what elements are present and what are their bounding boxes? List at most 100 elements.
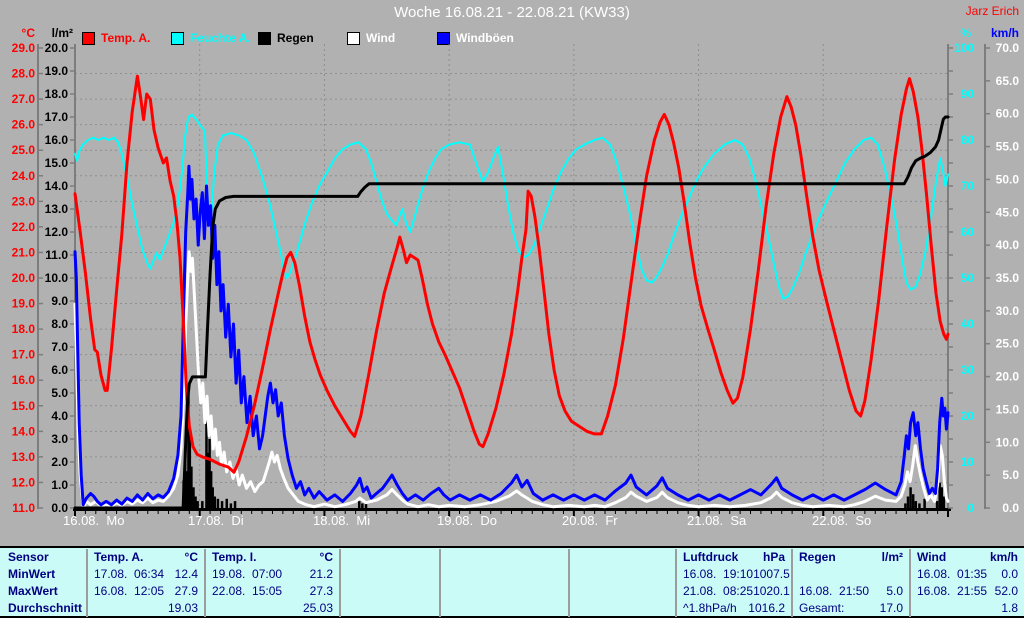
svg-text:16.0: 16.0: [12, 373, 36, 387]
svg-text:3.0: 3.0: [51, 432, 68, 446]
table-cell: [793, 566, 911, 583]
svg-text:40: 40: [961, 317, 975, 331]
table-cell: Luftdruck hPa: [677, 549, 793, 566]
table-cell: [570, 600, 677, 617]
weather-app-window: Woche 16.08.21 - 22.08.21 (KW33) Jarz Er…: [0, 0, 1024, 618]
table-cell: [441, 549, 570, 566]
svg-text:16.0: 16.0: [45, 133, 69, 147]
svg-text:6.0: 6.0: [51, 363, 68, 377]
svg-text:70.0: 70.0: [996, 41, 1020, 55]
table-cell: Regen l/m²: [793, 549, 911, 566]
svg-text:17.0: 17.0: [12, 348, 36, 362]
svg-text:10: 10: [961, 455, 975, 469]
svg-text:0: 0: [967, 501, 974, 515]
svg-text:35.0: 35.0: [996, 271, 1020, 285]
svg-text:18.0: 18.0: [45, 87, 69, 101]
svg-text:15.0: 15.0: [45, 156, 69, 170]
svg-text:19.0: 19.0: [45, 64, 69, 78]
table-cell: 16.08. 01:35 0.0: [917, 567, 1018, 581]
table-cell: [341, 600, 441, 617]
svg-text:25.0: 25.0: [996, 337, 1020, 351]
svg-text:20.0: 20.0: [45, 41, 69, 55]
svg-text:27.0: 27.0: [12, 92, 36, 106]
svg-text:21.0: 21.0: [12, 245, 36, 259]
svg-text:60: 60: [961, 225, 975, 239]
svg-text:8.0: 8.0: [51, 317, 68, 331]
table-row-max: MaxWert 16.08. 12:05 27.9 22.08. 15:05 27.…: [0, 583, 1024, 600]
table-cell: [341, 549, 441, 566]
svg-text:26.0: 26.0: [12, 118, 36, 132]
table-row-sensor: Sensor Temp. A. °C Temp. I. °C Luftdruck hP…: [0, 549, 1024, 566]
svg-text:13.0: 13.0: [12, 450, 36, 464]
svg-text:4.0: 4.0: [51, 409, 68, 423]
table-cell: Temp. I. °C: [206, 549, 341, 566]
table-cell: [441, 566, 570, 583]
svg-text:28.0: 28.0: [12, 67, 36, 81]
table-cell: 16.08. 21:55 52.0: [917, 584, 1018, 598]
table-cell: 16.08. 19:10 1007.5: [677, 566, 793, 583]
svg-text:70: 70: [961, 179, 975, 193]
svg-text:11.0: 11.0: [45, 248, 68, 262]
svg-text:7.0: 7.0: [51, 340, 68, 354]
stats-table: Sensor Temp. A. °C Temp. I. °C Luftdruck hP…: [0, 546, 1024, 618]
table-cell: 16.08. 12:05 27.9: [88, 583, 206, 600]
table-cell: [341, 566, 441, 583]
svg-text:10.0: 10.0: [996, 435, 1020, 449]
table-row-min: MinWert 17.08. 06:34 12.4 19.08. 07:00 21.…: [0, 566, 1024, 583]
table-cell: [570, 583, 677, 600]
svg-text:14.0: 14.0: [45, 179, 69, 193]
table-cell: [441, 600, 570, 617]
table-cell: [441, 583, 570, 600]
svg-text:13.0: 13.0: [45, 202, 69, 216]
table-cell: 1.8: [1001, 601, 1018, 615]
svg-text:0.0: 0.0: [1002, 501, 1019, 515]
svg-text:65.0: 65.0: [996, 74, 1020, 88]
svg-text:9.0: 9.0: [51, 294, 68, 308]
svg-text:25.0: 25.0: [12, 143, 36, 157]
x-axis-day-label: 16.08. Mo: [63, 513, 125, 528]
table-cell: 21.08. 08:25 1020.1: [677, 583, 793, 600]
table-cell: 17.08. 06:34 12.4: [88, 566, 206, 583]
table-cell: ^1.8hPa/h 1016.2: [677, 600, 793, 617]
x-axis-day-label: 19.08. Do: [437, 513, 497, 528]
table-row-average: Durchschnitt 19.03 25.03 ^1.8hPa/h 1016.2…: [0, 600, 1024, 617]
table-cell: 19.08. 07:00 21.2: [206, 566, 341, 583]
svg-text:15.0: 15.0: [12, 399, 36, 413]
svg-text:20: 20: [961, 409, 975, 423]
svg-text:15.0: 15.0: [996, 402, 1020, 416]
svg-text:11.0: 11.0: [12, 501, 35, 515]
svg-text:10.0: 10.0: [45, 271, 69, 285]
svg-text:80: 80: [961, 133, 975, 147]
svg-text:14.0: 14.0: [12, 424, 36, 438]
svg-text:1.0: 1.0: [51, 478, 68, 492]
svg-text:29.0: 29.0: [12, 41, 36, 55]
svg-text:50.0: 50.0: [996, 172, 1020, 186]
svg-text:100: 100: [954, 41, 974, 55]
svg-text:18.0: 18.0: [12, 322, 36, 336]
svg-text:20.0: 20.0: [996, 370, 1020, 384]
table-cell: [341, 583, 441, 600]
table-cell: [570, 549, 677, 566]
x-axis-day-label: 17.08. Di: [188, 513, 244, 528]
svg-text:45.0: 45.0: [996, 205, 1020, 219]
table-cell: Temp. A. °C: [88, 549, 206, 566]
x-axis-day-label: 21.08. Sa: [687, 513, 747, 528]
svg-text:22.0: 22.0: [12, 220, 36, 234]
table-cell: 25.03: [206, 600, 341, 617]
table-cell: [570, 566, 677, 583]
svg-text:50: 50: [961, 271, 975, 285]
row-label: MinWert: [0, 566, 88, 583]
svg-text:12.0: 12.0: [45, 225, 69, 239]
table-cell: 16.08. 21:50 5.0: [793, 583, 911, 600]
table-cell: Wind km/h: [917, 550, 1018, 564]
svg-text:24.0: 24.0: [12, 169, 36, 183]
table-cell: 19.03: [88, 600, 206, 617]
table-cell: 22.08. 15:05 27.3: [206, 583, 341, 600]
x-axis-day-label: 20.08. Fr: [562, 513, 618, 528]
svg-text:40.0: 40.0: [996, 238, 1020, 252]
svg-text:12.0: 12.0: [12, 475, 36, 489]
table-cell: Gesamt: 17.0: [793, 600, 911, 617]
weather-chart-plot[interactable]: 11.0 12.0 13.0 14.0 15.0 16.0 17.0 18.0 19.0 20.0…: [0, 0, 1024, 545]
svg-text:19.0: 19.0: [12, 297, 36, 311]
svg-text:5.0: 5.0: [1002, 468, 1019, 482]
